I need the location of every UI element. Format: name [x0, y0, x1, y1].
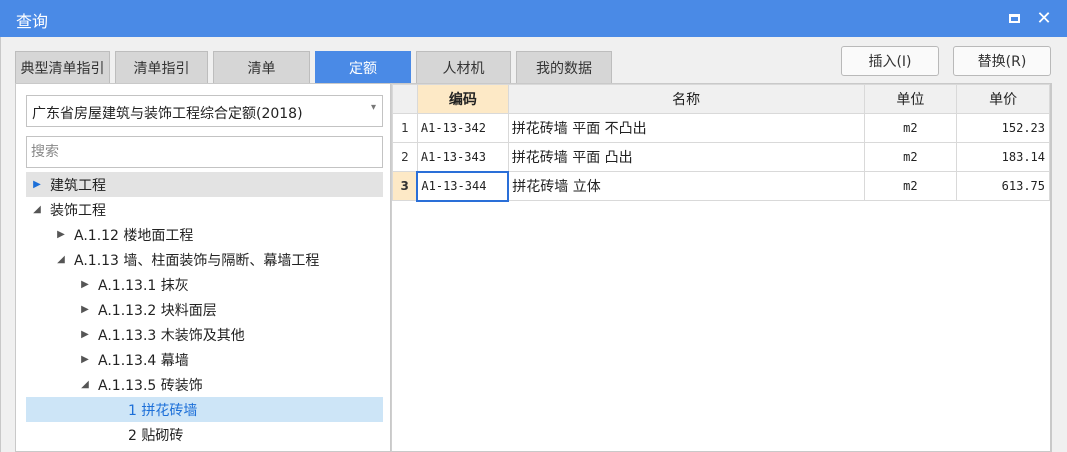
table-row[interactable]: 1 A1-13-342 拼花砖墙 平面 不凸出 m2 152.23 — [392, 113, 1050, 143]
caret-expanded-icon[interactable]: ◢ — [78, 379, 92, 390]
maximize-icon[interactable] — [1002, 6, 1026, 30]
cell-name[interactable]: 拼花砖墙 平面 不凸出 — [507, 113, 865, 143]
tree-item-decoration[interactable]: ◢ 装饰工程 — [26, 197, 383, 222]
tree-item-label: A.1.13.3 木装饰及其他 — [98, 327, 245, 344]
tree-item-patterned-brick-wall[interactable]: 1 拼花砖墙 — [26, 397, 383, 422]
tab-typical-list-guide[interactable]: 典型清单指引 — [15, 51, 110, 83]
cell-code[interactable]: A1-13-344 — [416, 170, 510, 202]
quota-table: 编码 名称 单位 单价 1 A1-13-342 拼花砖墙 平面 不凸出 m2 1… — [392, 84, 1050, 202]
cell-unit[interactable]: m2 — [863, 171, 958, 201]
tree-item-label: A.1.13.1 抹灰 — [98, 277, 189, 294]
table-header-row: 编码 名称 单位 单价 — [392, 84, 1050, 114]
quota-grid-panel: 编码 名称 单位 单价 1 A1-13-342 拼花砖墙 平面 不凸出 m2 1… — [391, 83, 1051, 452]
row-number-header — [392, 84, 418, 114]
tree-item-label: 建筑工程 — [50, 177, 106, 194]
tree-item-a1-13[interactable]: ◢ A.1.13 墙、柱面装饰与隔断、幕墙工程 — [26, 247, 383, 272]
caret-right-icon[interactable]: ▶ — [54, 229, 68, 240]
caret-expanded-icon[interactable]: ◢ — [30, 204, 44, 215]
tree-item-veneer-brick[interactable]: 2 贴砌砖 — [26, 422, 383, 447]
row-number: 3 — [392, 171, 418, 201]
tree-item-a1-13-2[interactable]: ▶ A.1.13.2 块料面层 — [26, 297, 383, 322]
dialog-body: 典型清单指引 清单指引 清单 定额 人材机 我的数据 插入(I) 替换(R) 广… — [0, 37, 1067, 452]
cell-unit[interactable]: m2 — [863, 113, 958, 143]
cell-unit[interactable]: m2 — [863, 142, 958, 172]
column-header-price[interactable]: 单价 — [956, 84, 1050, 114]
tree-item-label: A.1.13.5 砖装饰 — [98, 377, 203, 394]
chevron-down-icon[interactable]: ▾ — [371, 102, 376, 113]
tree-item-a1-13-3[interactable]: ▶ A.1.13.3 木装饰及其他 — [26, 322, 383, 347]
tree-item-label: A.1.13 墙、柱面装饰与隔断、幕墙工程 — [74, 252, 320, 269]
cell-code[interactable]: A1-13-342 — [416, 113, 509, 143]
close-icon[interactable]: ✕ — [1032, 6, 1056, 30]
search-input[interactable] — [26, 136, 383, 168]
column-header-unit[interactable]: 单位 — [863, 84, 958, 114]
tree-item-label: 1 拼花砖墙 — [128, 402, 198, 419]
cell-name[interactable]: 拼花砖墙 平面 凸出 — [507, 142, 865, 172]
tree-item-label: 2 贴砌砖 — [128, 427, 184, 444]
tab-quota[interactable]: 定额 — [315, 51, 411, 83]
column-header-code[interactable]: 编码 — [416, 84, 509, 114]
cell-price[interactable]: 183.14 — [956, 142, 1050, 172]
tree-item-a1-13-4[interactable]: ▶ A.1.13.4 幕墙 — [26, 347, 383, 372]
column-header-name[interactable]: 名称 — [507, 84, 865, 114]
insert-button[interactable]: 插入(I) — [841, 46, 939, 76]
tree-item-label: A.1.13.4 幕墙 — [98, 352, 189, 369]
caret-right-icon[interactable]: ▶ — [78, 354, 92, 365]
cell-price[interactable]: 613.75 — [956, 171, 1050, 201]
tab-labor-material[interactable]: 人材机 — [416, 51, 511, 83]
tree-item-label: A.1.12 楼地面工程 — [74, 227, 194, 244]
cell-price[interactable]: 152.23 — [956, 113, 1050, 143]
table-row[interactable]: 3 A1-13-344 拼花砖墙 立体 m2 613.75 — [392, 170, 1050, 202]
tab-my-data[interactable]: 我的数据 — [516, 51, 612, 83]
tree-item-a1-12[interactable]: ▶ A.1.12 楼地面工程 — [26, 222, 383, 247]
tree-item-a1-13-5[interactable]: ◢ A.1.13.5 砖装饰 — [26, 372, 383, 397]
quota-library-value: 广东省房屋建筑与装饰工程综合定额(2018) — [32, 106, 303, 122]
cell-code[interactable]: A1-13-343 — [416, 142, 509, 172]
row-number: 1 — [392, 113, 418, 143]
caret-right-icon[interactable]: ▶ — [30, 179, 44, 190]
caret-right-icon[interactable]: ▶ — [78, 279, 92, 290]
replace-button[interactable]: 替换(R) — [953, 46, 1051, 76]
caret-right-icon[interactable]: ▶ — [78, 304, 92, 315]
table-row[interactable]: 2 A1-13-343 拼花砖墙 平面 凸出 m2 183.14 — [392, 142, 1050, 172]
window-title: 查询 — [16, 12, 49, 31]
quota-library-select[interactable]: 广东省房屋建筑与装饰工程综合定额(2018) ▾ — [26, 95, 383, 127]
tab-list-guide[interactable]: 清单指引 — [115, 51, 208, 83]
caret-right-icon[interactable]: ▶ — [78, 329, 92, 340]
tree-item-a1-13-1[interactable]: ▶ A.1.13.1 抹灰 — [26, 272, 383, 297]
title-bar: 查询 ✕ — [0, 0, 1067, 37]
row-number: 2 — [392, 142, 418, 172]
quota-tree-panel: 广东省房屋建筑与装饰工程综合定额(2018) ▾ ▶ 建筑工程 ◢ 装饰工程 ▶… — [15, 83, 391, 452]
caret-expanded-icon[interactable]: ◢ — [54, 254, 68, 265]
right-edge-panel — [1051, 83, 1067, 452]
tree-item-label: A.1.13.2 块料面层 — [98, 302, 217, 319]
cell-name[interactable]: 拼花砖墙 立体 — [507, 171, 865, 201]
tab-list[interactable]: 清单 — [213, 51, 310, 83]
tree-item-building[interactable]: ▶ 建筑工程 — [26, 172, 383, 197]
tree-item-label: 装饰工程 — [50, 202, 106, 219]
